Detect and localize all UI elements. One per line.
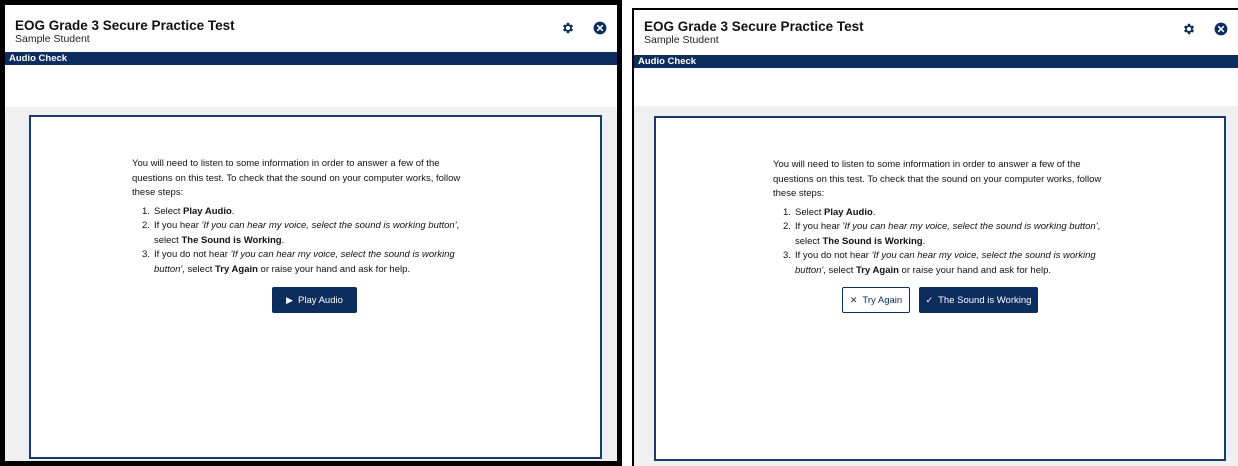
section-header: Audio Check	[5, 52, 617, 65]
step-3-middle: , select	[823, 264, 856, 276]
step-1-bold: Play Audio	[824, 206, 873, 218]
section-header: Audio Check	[634, 55, 1238, 68]
gear-icon[interactable]	[561, 21, 575, 35]
step-3: If you do not hear 'If you can hear my v…	[783, 249, 1103, 278]
sound-working-label: The Sound is Working	[938, 294, 1032, 306]
title-icons	[1182, 20, 1228, 36]
instructions-text: You will need to listen to some informat…	[773, 158, 1103, 278]
step-3-bold: Try Again	[855, 264, 899, 276]
play-audio-label: Play Audio	[298, 294, 343, 306]
step-2-quote: 'If you can hear my voice, select the so…	[201, 220, 457, 231]
step-2: If you hear 'If you can hear my voice, s…	[142, 219, 472, 248]
close-icon[interactable]	[1214, 22, 1228, 36]
step-2-quote: 'If you can hear my voice, select the so…	[842, 221, 1098, 232]
student-name: Sample Student	[644, 34, 719, 47]
step-3-prefix: If you do not hear	[154, 249, 231, 260]
step-3-suffix: or raise your hand and ask for help.	[898, 264, 1052, 276]
step-1-suffix: .	[872, 206, 876, 218]
sound-working-button[interactable]: ✓ The Sound is Working	[919, 287, 1038, 313]
title-bar: EOG Grade 3 Secure Practice Test Sample …	[5, 5, 617, 52]
spacer	[5, 65, 617, 107]
instructions-box: You will need to listen to some informat…	[654, 116, 1226, 461]
instructions-text: You will need to listen to some informat…	[132, 157, 472, 277]
try-again-button[interactable]: ✕ Try Again	[842, 287, 910, 313]
play-audio-button[interactable]: ▶ Play Audio	[272, 287, 357, 313]
step-2: If you hear 'If you can hear my voice, s…	[783, 220, 1103, 249]
step-1-suffix: .	[231, 205, 235, 217]
instructions-steps: Select Play Audio. If you hear 'If you c…	[773, 206, 1103, 279]
play-icon: ▶	[286, 294, 293, 305]
title-block: EOG Grade 3 Secure Practice Test Sample …	[15, 18, 235, 46]
instructions-steps: Select Play Audio. If you hear 'If you c…	[132, 205, 472, 278]
gear-icon[interactable]	[1182, 22, 1196, 36]
title-icons	[561, 19, 607, 35]
step-2-prefix: If you hear	[795, 221, 843, 232]
title-bar: EOG Grade 3 Secure Practice Test Sample …	[634, 10, 1238, 55]
step-2-bold: The Sound is Working	[181, 234, 282, 246]
content-area: You will need to listen to some informat…	[634, 106, 1238, 466]
step-2-suffix: .	[922, 235, 926, 247]
step-3-prefix: If you do not hear	[795, 250, 872, 261]
step-1: Select Play Audio.	[783, 206, 1103, 221]
instructions-box: You will need to listen to some informat…	[29, 115, 602, 459]
test-title: EOG Grade 3 Secure Practice Test	[644, 19, 864, 34]
audio-check-window-after-play: EOG Grade 3 Secure Practice Test Sample …	[632, 8, 1238, 466]
audio-check-window-initial: EOG Grade 3 Secure Practice Test Sample …	[0, 0, 622, 466]
student-name: Sample Student	[15, 33, 90, 46]
step-2-suffix: .	[281, 234, 285, 246]
instructions-intro: You will need to listen to some informat…	[773, 159, 1102, 199]
step-2-bold: The Sound is Working	[822, 235, 923, 247]
x-icon: ✕	[849, 294, 858, 305]
instructions-intro: You will need to listen to some informat…	[132, 158, 461, 198]
step-1-prefix: Select	[795, 206, 825, 218]
step-2-prefix: If you hear	[154, 220, 202, 231]
step-1-bold: Play Audio	[183, 205, 232, 217]
close-icon[interactable]	[593, 21, 607, 35]
step-1-prefix: Select	[154, 205, 184, 217]
step-3-bold: Try Again	[214, 263, 258, 275]
content-area: You will need to listen to some informat…	[5, 107, 617, 461]
try-again-label: Try Again	[862, 294, 903, 306]
screenshot-canvas: EOG Grade 3 Secure Practice Test Sample …	[0, 0, 1238, 466]
spacer	[634, 68, 1238, 106]
step-1: Select Play Audio.	[142, 205, 472, 220]
title-block: EOG Grade 3 Secure Practice Test Sample …	[644, 19, 864, 47]
test-title: EOG Grade 3 Secure Practice Test	[15, 18, 235, 33]
step-3-middle: , select	[182, 263, 215, 275]
step-3-suffix: or raise your hand and ask for help.	[257, 263, 411, 275]
step-3: If you do not hear 'If you can hear my v…	[142, 248, 472, 277]
checkmark-icon: ✓	[925, 294, 934, 305]
